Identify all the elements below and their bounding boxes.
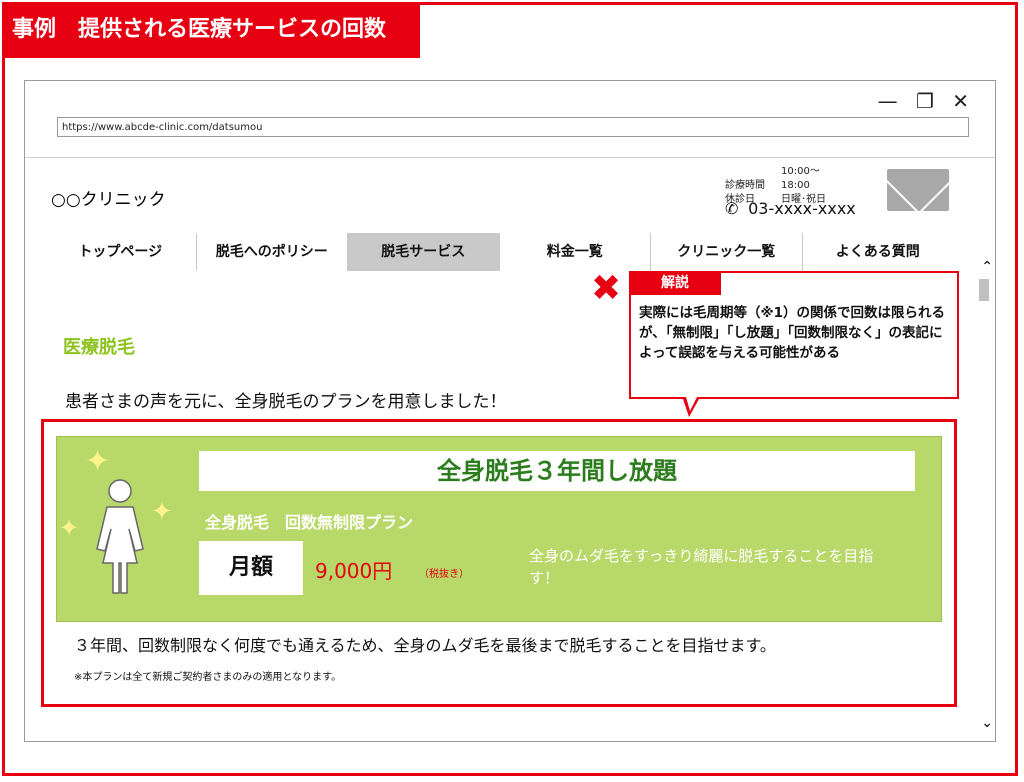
nav-item-service[interactable]: 脱毛サービス (348, 233, 500, 271)
sparkle-icon: ✦ (59, 514, 80, 542)
plan-subtitle: 全身脱毛 回数無制限プラン (205, 513, 414, 532)
explanation-callout: 解説 実際には毛周期等（※1）の関係で回数は限られるが、「無制限」「し放題」「回… (629, 271, 959, 417)
nav-item-top[interactable]: トップページ (45, 233, 197, 271)
header-divider (25, 157, 995, 158)
nav-item-faq[interactable]: よくある質問 (803, 233, 954, 271)
phone-number: 03-xxxx-xxxx (748, 199, 856, 218)
hours-value: 10:00～18:00 (781, 166, 820, 191)
callout-label: 解説 (629, 271, 721, 295)
main-nav: トップページ 脱毛へのポリシー 脱毛サービス 料金一覧 クリニック一覧 よくある… (45, 233, 953, 271)
intro-text: 患者さまの声を元に、全身脱毛のプランを用意しました！ (65, 392, 507, 412)
url-bar[interactable]: https://www.abcde-clinic.com/datsumou (57, 117, 969, 137)
scroll-up-icon[interactable]: ⌃ (981, 259, 993, 275)
monthly-label: 月額 (199, 541, 303, 595)
page-title: 事例 提供される医療サービスの回数 (2, 2, 420, 58)
sparkle-icon: ✦ (85, 444, 111, 479)
plan-price: 9,000円 (315, 559, 393, 583)
section-heading: 医療脱毛 (63, 337, 135, 358)
callout-text: 実際には毛周期等（※1）の関係で回数は限られるが、「無制限」「し放題」「回数制限… (639, 305, 946, 361)
browser-window: — ❐ ✕ https://www.abcde-clinic.com/datsu… (24, 80, 996, 742)
plan-description: 全身のムダ毛をすっきり綺麗に脱毛することを目指す！ (529, 547, 874, 587)
window-controls: — ❐ ✕ (878, 89, 975, 113)
plan-banner: ✦ ✦ ✦ 全身脱毛３年間し放題 全身脱毛 回数無制限プラン 月額 9,000円… (56, 436, 942, 622)
nav-item-price[interactable]: 料金一覧 (500, 233, 651, 271)
mail-icon[interactable] (887, 169, 949, 211)
nav-item-clinics[interactable]: クリニック一覧 (651, 233, 803, 271)
close-icon[interactable]: ✕ (952, 89, 975, 113)
plan-footnote: ※本プランは全て新規ご契約者さまのみの適用となります。 (74, 672, 342, 683)
scrollbar-thumb[interactable] (979, 279, 989, 301)
minimize-icon[interactable]: — (878, 89, 904, 113)
nav-item-policy[interactable]: 脱毛へのポリシー (197, 233, 348, 271)
plan-note: ３年間、回数制限なく何度でも通えるため、全身のムダ毛を最後まで脱毛することを目指… (74, 636, 776, 655)
scroll-down-icon[interactable]: ⌄ (981, 715, 993, 731)
hours-label: 診療時間 (725, 180, 765, 191)
tax-note: （税抜き） (419, 569, 469, 580)
callout-pointer-inner (686, 397, 697, 411)
woman-icon (96, 479, 144, 594)
cross-mark-icon: ✖ (591, 268, 622, 309)
restore-icon[interactable]: ❐ (916, 89, 940, 113)
clinic-phone[interactable]: ✆ 03-xxxx-xxxx (725, 199, 856, 218)
phone-icon: ✆ (725, 199, 739, 218)
clinic-name[interactable]: ○○クリニック (51, 185, 166, 210)
plan-title: 全身脱毛３年間し放題 (199, 451, 915, 491)
plan-highlight-box: ✦ ✦ ✦ 全身脱毛３年間し放題 全身脱毛 回数無制限プラン 月額 9,000円… (41, 419, 957, 707)
